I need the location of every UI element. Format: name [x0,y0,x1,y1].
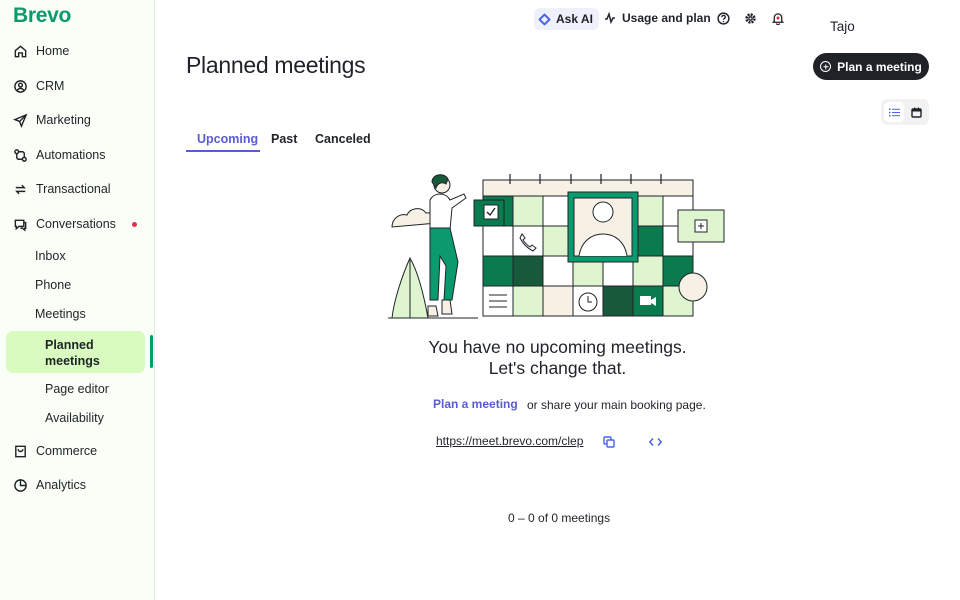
sidebar-item-crm[interactable]: CRM [12,75,64,97]
pulse-icon [605,12,615,24]
sidebar-item-meetings[interactable]: Meetings [35,307,86,321]
automations-icon [12,147,28,163]
plan-meeting-button[interactable]: Plan a meeting [813,53,929,80]
settings-gear-icon[interactable] [743,11,757,25]
share-text: or share your main booking page. [527,398,706,412]
sidebar-item-conversations[interactable]: Conversations [12,213,116,235]
sidebar: Brevo Home CRM Marketing Automations Tra… [0,0,155,600]
sidebar-item-label: Home [36,44,70,58]
notification-bell-icon[interactable] [771,11,785,25]
user-name[interactable]: Tajo [830,19,855,34]
transactional-icon [12,181,28,197]
analytics-icon [12,477,28,493]
tab-past[interactable]: Past [271,132,297,146]
notification-dot [132,222,137,227]
tab-canceled[interactable]: Canceled [315,132,371,146]
sparkle-icon [538,12,551,26]
sidebar-item-analytics[interactable]: Analytics [12,474,86,496]
empty-state-title-line2: Let's change that. [488,358,627,378]
empty-state-title-line1: You have no upcoming meetings. [428,337,687,357]
sidebar-item-phone[interactable]: Phone [35,278,71,292]
sidebar-item-home[interactable]: Home [12,40,69,62]
sidebar-item-commerce[interactable]: Commerce [12,440,97,462]
sidebar-item-label: Commerce [36,444,98,458]
sidebar-item-label: Planned meetings [45,338,100,368]
chat-icon [12,216,28,232]
plan-meeting-label: Plan a meeting [837,59,922,74]
active-tab-underline [186,150,260,152]
booking-page-link[interactable]: https://meet.brevo.com/clep [436,434,583,448]
plus-circle-icon [820,61,832,72]
sidebar-item-label: Automations [36,148,106,162]
ask-ai-label: Ask AI [556,12,593,26]
empty-calendar-illustration [388,174,725,319]
sidebar-item-planned-meetings[interactable]: Planned meetings [6,331,145,373]
empty-state-title: You have no upcoming meetings. Let's cha… [410,337,705,379]
pagination-count: 0 – 0 of 0 meetings [508,511,611,525]
usage-and-plan-button[interactable]: Usage and plan [604,11,711,25]
sidebar-item-label: CRM [36,79,65,93]
sidebar-item-inbox[interactable]: Inbox [35,249,66,263]
home-icon [12,43,28,59]
page-title: Planned meetings [186,52,366,78]
cart-icon [12,443,28,459]
sidebar-item-label: Conversations [36,217,116,231]
embed-code-icon[interactable] [649,436,662,448]
active-indicator [150,335,153,368]
sidebar-item-automations[interactable]: Automations [12,144,105,166]
sidebar-item-availability[interactable]: Availability [45,411,104,425]
ask-ai-button[interactable]: Ask AI [534,8,599,30]
sidebar-item-page-editor[interactable]: Page editor [45,382,109,396]
usage-label: Usage and plan [622,11,711,25]
tab-upcoming[interactable]: Upcoming [197,132,258,146]
calendar-view-icon[interactable] [906,102,926,122]
sidebar-item-label: Analytics [36,478,87,492]
sidebar-item-transactional[interactable]: Transactional [12,178,111,200]
sidebar-item-label: Marketing [36,113,91,127]
plan-meeting-link[interactable]: Plan a meeting [433,397,518,411]
view-toggle [881,99,929,125]
help-icon[interactable] [716,11,730,25]
brevo-logo[interactable]: Brevo [13,4,71,28]
send-icon [12,112,28,128]
sidebar-item-marketing[interactable]: Marketing [12,109,91,131]
copy-icon[interactable] [603,436,615,448]
list-view-icon[interactable] [884,102,904,122]
sidebar-item-label: Transactional [36,182,111,196]
crm-icon [12,78,28,94]
